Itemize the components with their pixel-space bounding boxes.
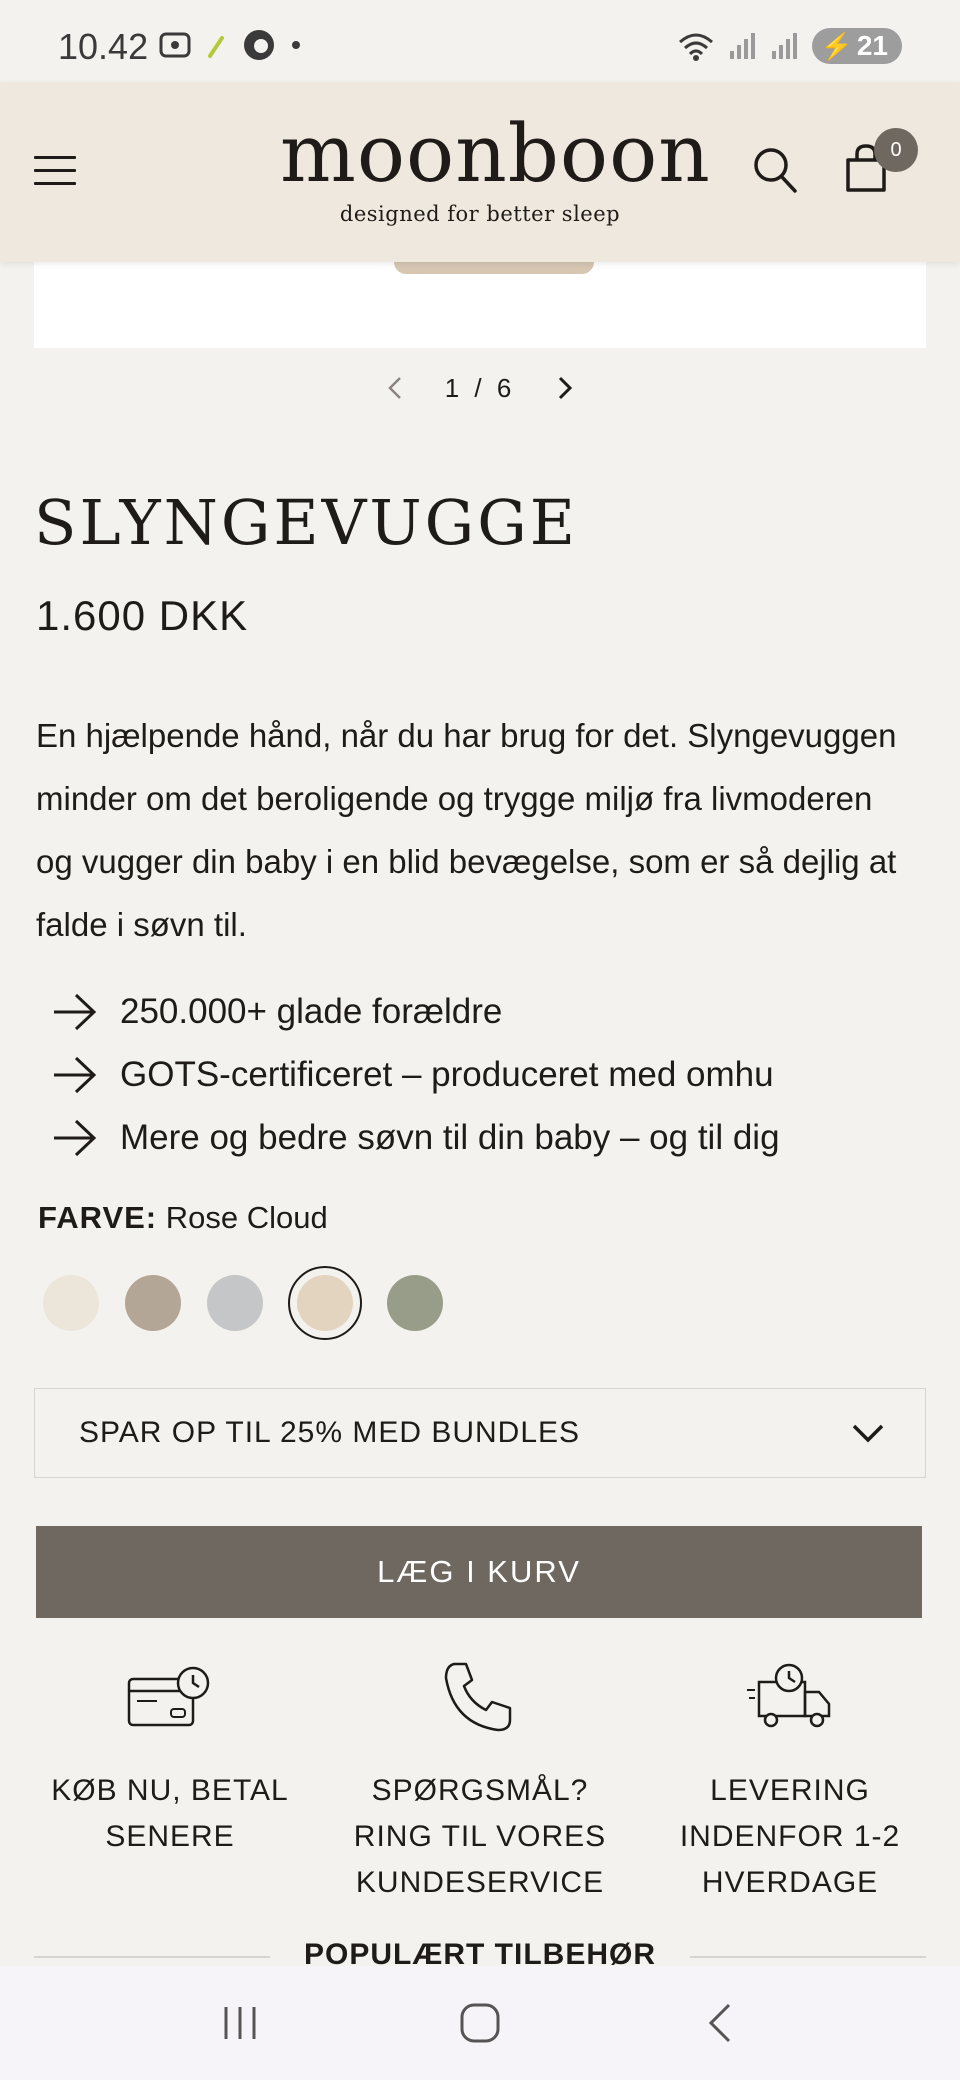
phone-icon [444,1662,512,1732]
status-notification-icons [158,28,302,62]
screenshot-icon [159,32,191,58]
gallery-next-button[interactable] [550,368,580,408]
gallery-prev-button[interactable] [380,368,410,408]
usp-text: Mere og bedre søvn til din baby – og til… [120,1117,780,1157]
swatch-fill [125,1275,181,1331]
product-description: En hjælpende hånd, når du har brug for d… [36,717,897,943]
color-label: FARVE: Rose Cloud [38,1200,328,1236]
swatch-fill [297,1275,353,1331]
dot-icon [292,41,300,49]
swatch-fill [207,1275,263,1331]
delivery-truck-icon [747,1663,831,1728]
logo-tagline: designed for better sleep [339,202,621,226]
color-swatch[interactable] [386,1274,444,1332]
chevron-down-icon [852,1424,884,1443]
signal-icon [772,33,798,59]
home-icon [460,2003,500,2043]
status-time: 10.42 [58,26,149,67]
bundles-label: SPAR OP TIL 25% MED BUNDLES [79,1416,581,1449]
battery-indicator: ⚡ 21 [812,28,902,64]
usp-item: Mere og bedre søvn til din baby – og til… [52,1106,932,1169]
color-swatch[interactable] [42,1274,100,1332]
arrow-right-icon [54,1119,97,1156]
color-swatch[interactable] [206,1274,264,1332]
recent-apps-button[interactable] [200,1993,280,2053]
product-image-edge [394,262,594,274]
swatch-fill [43,1275,99,1331]
site-logo[interactable]: moonboon designed for better sleep [280,107,711,227]
site-header: moonboon designed for better sleep [0,82,960,262]
usp-text: 250.000+ glade forældre [120,991,503,1031]
selected-color-name: Rose Cloud [165,1200,328,1235]
battery-level: 21 [856,30,888,61]
signal-icon [730,33,756,59]
search-icon[interactable] [752,146,798,194]
back-button[interactable] [680,1993,760,2053]
color-label-prefix: FARVE: [38,1200,158,1235]
product-price: 1.600 DKK [36,592,249,639]
add-to-cart-button[interactable]: LÆG I KURV [36,1526,922,1618]
arrow-right-icon [54,993,97,1030]
edit-icon [208,36,224,58]
product-title: SLYNGEVUGGE [34,486,578,559]
menu-icon-line [34,156,76,159]
swatch-fill [387,1275,443,1331]
cart-count-badge: 0 [874,128,918,172]
recent-apps-icon [224,2007,256,2039]
menu-icon-line [34,182,76,185]
gallery-navigation: 1 / 6 [380,366,580,410]
credit-card-clock-icon [127,1666,210,1727]
feature-text: KØB NU, BETAL SENERE [51,1774,289,1853]
feature-pay-later: KØB NU, BETAL SENERE [20,1658,320,1860]
feature-customer-service: SPØRGSMÅL? RING TIL VORES KUNDESERVICE [330,1658,630,1906]
gallery-counter: 1 / 6 [444,372,516,403]
arrow-right-icon [54,1056,97,1093]
usp-text: GOTS-certificeret – produceret med omhu [120,1054,774,1094]
usp-list: 250.000+ glade forældre GOTS-certificere… [52,980,932,1169]
color-swatches [42,1266,444,1340]
color-swatch[interactable] [124,1274,182,1332]
feature-text: LEVERING INDENFOR 1-2 HVERDAGE [679,1774,901,1899]
color-swatch-selected[interactable] [288,1266,362,1340]
menu-button[interactable] [34,156,76,186]
chevron-left-icon [388,377,401,399]
firefox-icon [244,30,274,60]
logo-wordmark: moonboon [280,107,711,200]
home-button[interactable] [440,1993,520,2053]
chevron-right-icon [558,376,573,400]
feature-delivery: LEVERING INDENFOR 1-2 HVERDAGE [640,1658,940,1906]
system-nav-bar [0,1966,960,2080]
status-system-icons: ⚡ 21 [676,28,902,64]
bundles-accordion[interactable]: SPAR OP TIL 25% MED BUNDLES [34,1388,926,1478]
menu-icon-line [34,169,76,172]
product-gallery[interactable] [34,262,926,348]
wifi-icon [679,33,714,61]
charging-icon: ⚡ [820,30,853,61]
back-icon [708,2003,731,2043]
feature-text: SPØRGSMÅL? RING TIL VORES KUNDESERVICE [353,1774,607,1899]
usp-item: 250.000+ glade forældre [52,980,932,1043]
usp-item: GOTS-certificeret – produceret med omhu [52,1043,932,1106]
status-bar: 10.42 ⚡ 21 [0,0,960,82]
